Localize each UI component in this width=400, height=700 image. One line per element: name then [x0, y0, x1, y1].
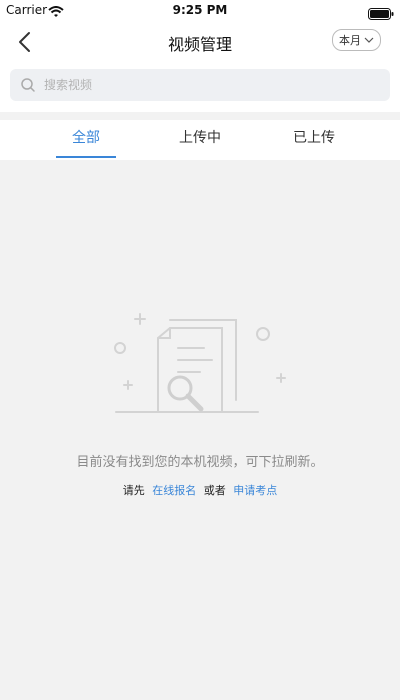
tab-uploaded[interactable]: 已上传	[254, 120, 374, 160]
search-input[interactable]	[42, 77, 366, 93]
tab-uploading-label: 上传中	[179, 130, 221, 146]
tab-all-label: 全部	[72, 130, 100, 146]
signup-link[interactable]: 在线报名	[152, 484, 196, 497]
nav-bar: 视频管理 本月	[0, 22, 400, 62]
search-section	[0, 62, 400, 112]
tab-bar: 全部 上传中 已上传	[0, 120, 400, 160]
tab-active-indicator	[56, 156, 116, 158]
search-box[interactable]	[10, 69, 390, 101]
search-icon	[20, 77, 36, 93]
empty-document-search-illustration	[108, 308, 298, 428]
apply-exam-site-link[interactable]: 申请考点	[233, 484, 277, 497]
tab-all[interactable]: 全部	[26, 120, 146, 160]
empty-state-message: 目前没有找到您的本机视频，可下拉刷新。	[76, 455, 324, 470]
prompt-prefix: 请先	[122, 484, 145, 497]
status-time: 9:25 PM	[172, 3, 228, 17]
month-filter-button[interactable]: 本月	[332, 29, 381, 51]
section-divider	[0, 112, 400, 120]
empty-state-prompt: 请先 在线报名 或者 申请考点	[0, 482, 400, 498]
prompt-or: 或者	[203, 484, 226, 497]
tab-uploaded-label: 已上传	[293, 130, 335, 146]
chevron-down-icon	[364, 37, 374, 43]
month-filter-label: 本月	[339, 34, 361, 47]
tab-uploading[interactable]: 上传中	[140, 120, 260, 160]
status-bar: Carrier 9:25 PM	[0, 0, 400, 22]
